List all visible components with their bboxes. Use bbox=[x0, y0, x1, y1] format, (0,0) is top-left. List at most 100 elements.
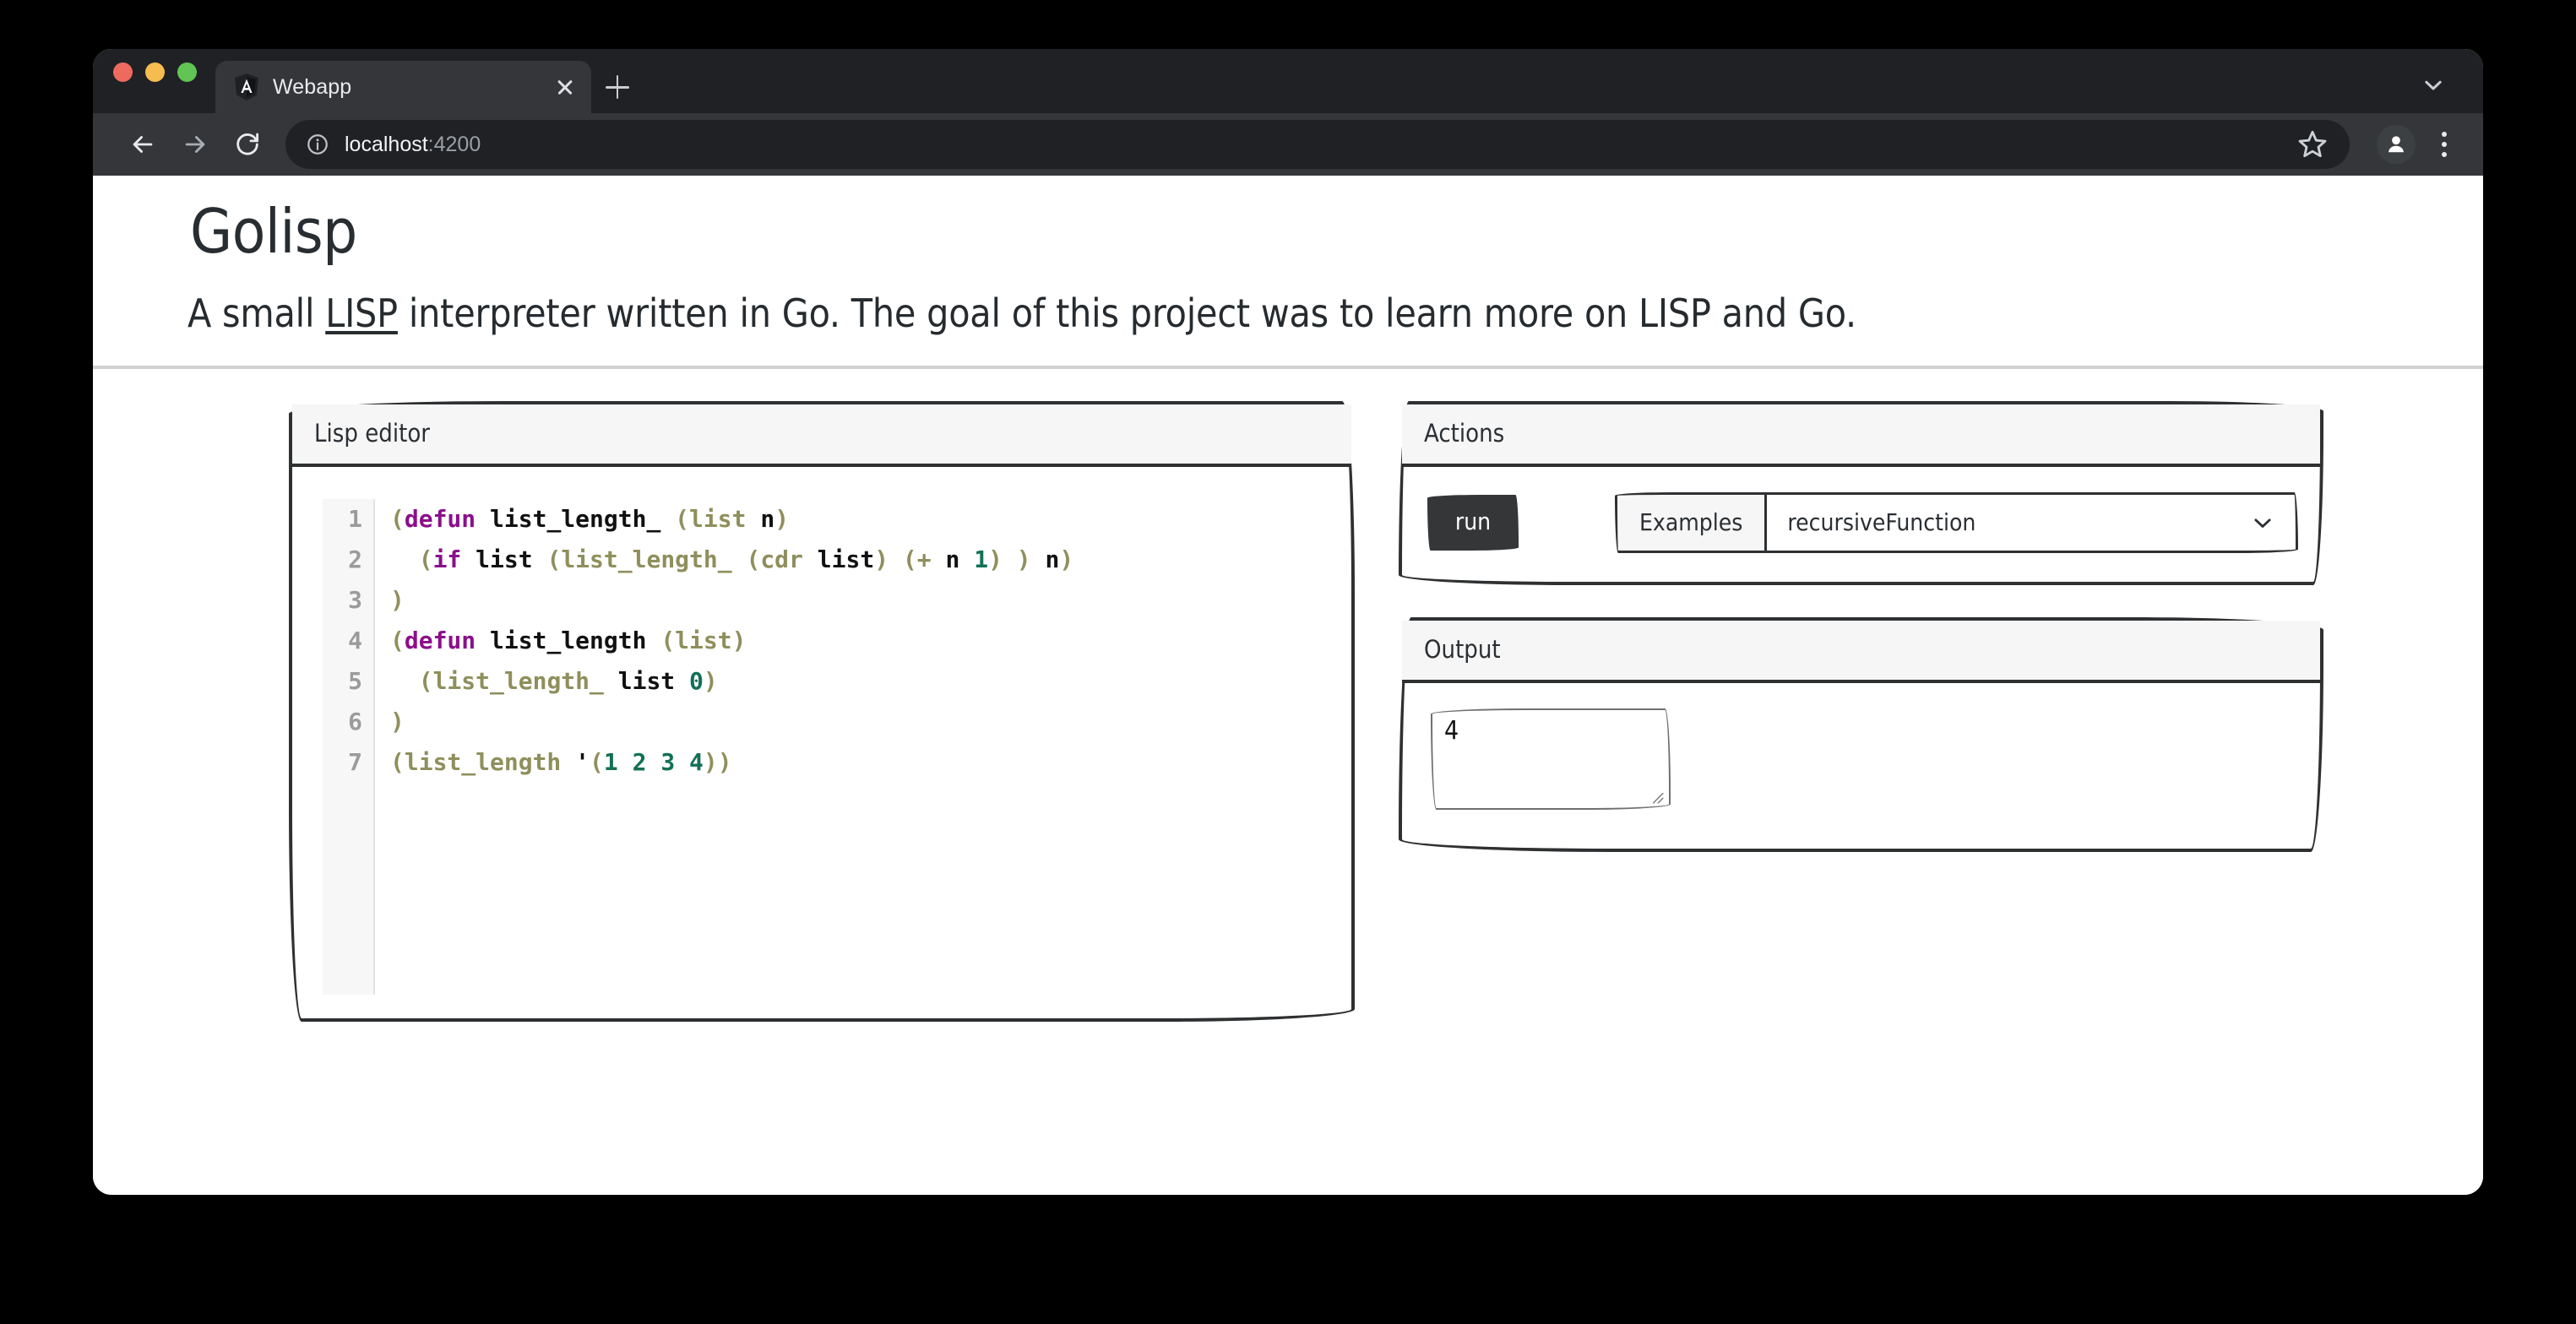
url-text: localhost:4200 bbox=[345, 133, 2280, 157]
code-token-number: 1 bbox=[974, 545, 989, 573]
plus-icon[interactable] bbox=[591, 61, 644, 113]
actions-panel: Actions run Examples recursiveFunction bbox=[1399, 400, 2323, 585]
browser-toolbar: localhost:4200 bbox=[93, 113, 2483, 176]
actions-body: run Examples recursiveFunction bbox=[1402, 467, 2320, 582]
angular-icon bbox=[234, 73, 259, 100]
browser-window: Webapp localhost:4200 Golisp A small LIS… bbox=[93, 49, 2483, 1195]
window-traffic-lights bbox=[113, 49, 215, 113]
run-button[interactable]: run bbox=[1427, 494, 1519, 551]
window-minimize-button[interactable] bbox=[145, 62, 165, 82]
code-token-paren: ( bbox=[660, 626, 676, 654]
right-column: Actions run Examples recursiveFunction O… bbox=[1399, 400, 2323, 852]
examples-input-group: Examples recursiveFunction bbox=[1615, 491, 2298, 553]
code-token-paren: ) bbox=[703, 666, 718, 695]
code-token-callee: list_length_ bbox=[561, 545, 732, 573]
code-line: ) bbox=[390, 580, 1351, 621]
code-token-keyword: if bbox=[432, 545, 462, 573]
lisp-editor-panel: Lisp editor 1234567 (defun list_length_ … bbox=[289, 400, 1355, 1022]
code-token-symbol: n bbox=[945, 545, 960, 573]
lisp-editor-title: Lisp editor bbox=[314, 418, 430, 448]
close-icon[interactable] bbox=[551, 73, 579, 101]
code-token-paren: ( bbox=[418, 545, 433, 573]
code-content[interactable]: (defun list_length_ (list n) (if list (l… bbox=[375, 499, 1351, 1018]
code-token-paren: ) bbox=[1016, 545, 1031, 573]
line-number: 3 bbox=[348, 585, 362, 614]
code-token-paren: ( bbox=[746, 545, 761, 573]
reload-button[interactable] bbox=[221, 118, 274, 171]
code-token-paren: ) bbox=[703, 747, 718, 776]
subtitle-prefix: A small bbox=[187, 290, 326, 336]
subtitle-suffix: interpreter written in Go. The goal of t… bbox=[397, 290, 1856, 336]
code-token-paren: ) bbox=[774, 504, 790, 533]
line-number: 2 bbox=[348, 545, 362, 573]
line-number: 6 bbox=[348, 707, 362, 735]
output-body: 4 bbox=[1402, 683, 2320, 849]
code-token-callee: cdr bbox=[760, 545, 803, 573]
examples-select-value: recursiveFunction bbox=[1787, 508, 1976, 537]
menu-dot bbox=[2441, 131, 2448, 138]
code-token-keyword: defun bbox=[404, 626, 476, 654]
lisp-editor-body[interactable]: 1234567 (defun list_length_ (list n) (if… bbox=[292, 467, 1351, 1018]
menu-dot bbox=[2441, 151, 2448, 158]
code-line: ) bbox=[390, 702, 1351, 742]
code-token-symbol: list_length bbox=[490, 626, 647, 654]
resize-grip-icon[interactable] bbox=[1649, 789, 1664, 804]
code-token-paren: ) bbox=[717, 747, 732, 776]
arrow-right-icon bbox=[185, 136, 205, 153]
url-host: localhost bbox=[345, 132, 428, 156]
code-token-paren: ) bbox=[390, 707, 405, 735]
line-number: 5 bbox=[348, 666, 362, 695]
star-icon[interactable] bbox=[2296, 128, 2329, 161]
code-line: (list_length '(1 2 3 4)) bbox=[390, 742, 1351, 783]
code-token-callee: list bbox=[675, 626, 732, 654]
code-line: (if list (list_length_ (cdr list) (+ n 1… bbox=[390, 540, 1351, 580]
page-header: Golisp A small LISP interpreter written … bbox=[93, 176, 2483, 369]
code-token-number: 4 bbox=[689, 747, 704, 776]
page-subtitle: A small LISP interpreter written in Go. … bbox=[187, 292, 2483, 335]
chevron-down-icon[interactable] bbox=[2421, 73, 2446, 98]
actions-header: Actions bbox=[1402, 404, 2320, 467]
account-icon[interactable] bbox=[2377, 125, 2416, 164]
line-number: 1 bbox=[348, 504, 362, 533]
forward-button[interactable] bbox=[169, 118, 221, 171]
output-panel: Output 4 bbox=[1399, 616, 2323, 852]
window-maximize-button[interactable] bbox=[177, 62, 197, 82]
page-viewport: Golisp A small LISP interpreter written … bbox=[93, 176, 2483, 1195]
code-token-number: 0 bbox=[689, 666, 704, 695]
back-button[interactable] bbox=[117, 118, 169, 171]
menu-dot bbox=[2441, 141, 2448, 148]
line-number: 7 bbox=[348, 747, 362, 776]
output-textarea[interactable]: 4 bbox=[1431, 708, 1671, 810]
code-token-symbol: n bbox=[760, 504, 775, 533]
url-port: :4200 bbox=[427, 132, 481, 156]
code-token-number: 1 bbox=[603, 747, 618, 776]
examples-select[interactable]: recursiveFunction bbox=[1764, 491, 2298, 553]
panels-container: Lisp editor 1234567 (defun list_length_ … bbox=[289, 369, 2390, 1022]
code-token-symbol: list_length_ bbox=[490, 504, 661, 533]
address-bar[interactable]: localhost:4200 bbox=[285, 120, 2350, 169]
code-token-paren: ) bbox=[874, 545, 889, 573]
code-token-paren: ( bbox=[902, 545, 917, 573]
browser-tab[interactable]: Webapp bbox=[215, 61, 591, 113]
line-number-gutter: 1 2 3 4 5 6 7 bbox=[323, 498, 375, 995]
three-dots-icon[interactable] bbox=[2427, 125, 2461, 164]
arrow-left-icon bbox=[133, 136, 153, 153]
code-token-symbol: list bbox=[617, 666, 676, 695]
info-icon[interactable] bbox=[306, 133, 329, 156]
code-line: (list_length_ list 0) bbox=[390, 661, 1351, 702]
code-token-paren: ( bbox=[390, 747, 405, 776]
code-token-symbol: list bbox=[817, 545, 875, 573]
output-title: Output bbox=[1424, 634, 1501, 664]
line-number: 4 bbox=[348, 626, 362, 654]
examples-label: Examples bbox=[1615, 491, 1765, 553]
window-close-button[interactable] bbox=[113, 62, 133, 82]
code-token-paren: ) bbox=[731, 626, 747, 654]
code-token-symbol: list bbox=[476, 545, 533, 573]
tab-title: Webapp bbox=[273, 74, 352, 99]
code-token-number: 3 bbox=[660, 747, 676, 776]
lisp-link[interactable]: LISP bbox=[325, 290, 398, 336]
code-token-paren: ) bbox=[390, 585, 405, 614]
code-editor[interactable]: 1234567 (defun list_length_ (list n) (if… bbox=[292, 467, 1351, 1018]
code-token-callee: list bbox=[689, 504, 747, 533]
output-header: Output bbox=[1402, 620, 2320, 683]
